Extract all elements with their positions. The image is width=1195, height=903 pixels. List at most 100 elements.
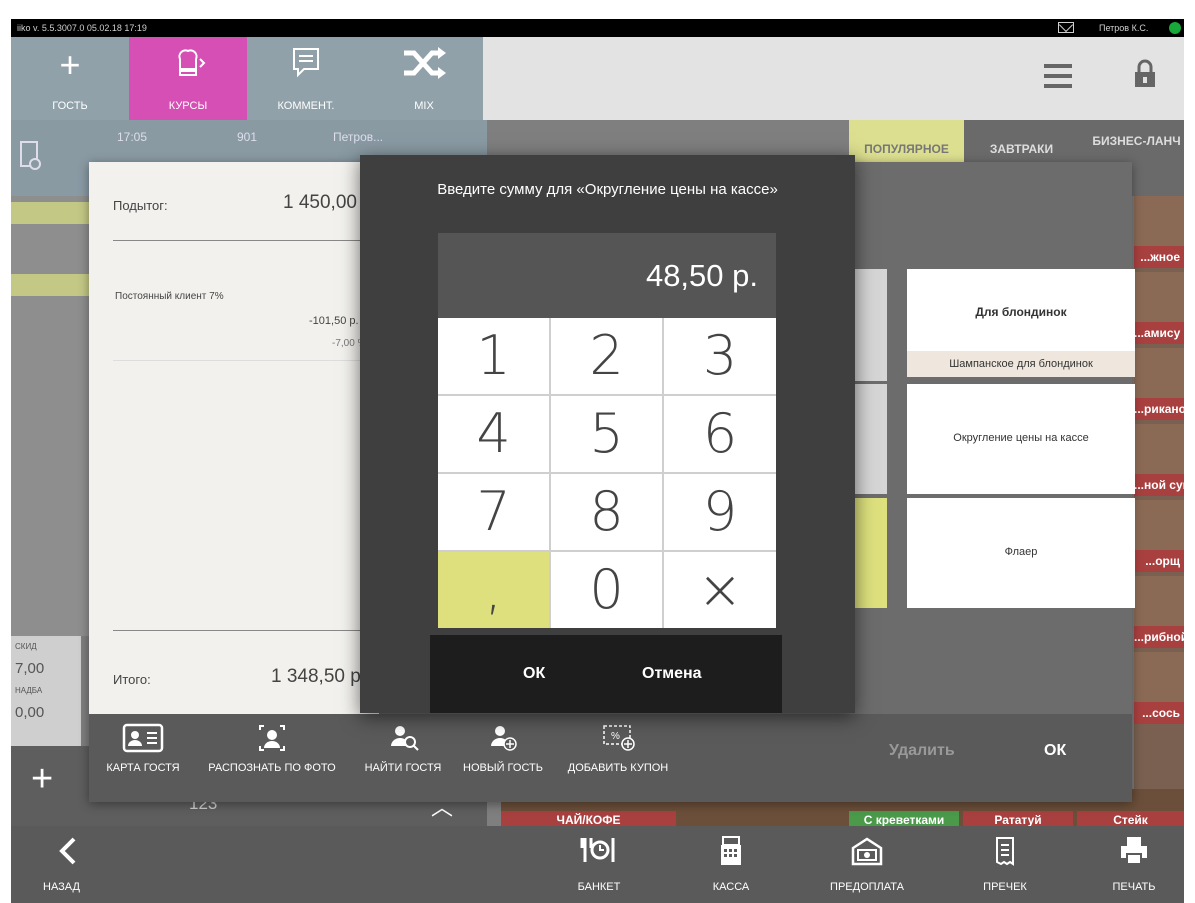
discount-card-rounding[interactable]: Округление цены на кассе — [907, 384, 1135, 494]
back-button[interactable]: НАЗАД — [19, 826, 119, 903]
key-9[interactable]: 9 — [664, 474, 776, 550]
guest-button-label: ГОСТЬ — [52, 100, 88, 112]
coupon-icon: % — [555, 722, 681, 754]
version-info: iiko v. 5.5.3007.0 05.02.18 17:19 — [17, 23, 147, 33]
current-user: Петров К.С. — [1099, 23, 1149, 33]
card-title: Флаер — [1004, 546, 1038, 558]
courses-button-label: КУРСЫ — [168, 100, 208, 112]
mix-button[interactable]: MIX — [365, 37, 483, 120]
backspace-key[interactable]: × — [664, 552, 776, 628]
printer-icon — [1084, 836, 1184, 866]
menu-item[interactable]: ...рикано — [1134, 348, 1184, 420]
discount-sum-label: СКИД — [15, 642, 37, 651]
hamburger-menu-icon[interactable] — [1044, 64, 1072, 88]
amount-input-dialog: Введите сумму для «Округление цены на ка… — [360, 155, 855, 713]
order-sums: СКИД 7,00 НАДБА 0,00 — [11, 636, 81, 746]
order-waiter: Петров... — [333, 130, 384, 144]
guest-tools-bar: КАРТА ГОСТЯ РАСПОЗНАТЬ ПО ФОТО НАЙТИ ГОС… — [89, 714, 1132, 802]
discount-card-blondes[interactable]: Для блондинок Шампанское для блондинок — [907, 269, 1135, 377]
card-title: Округление цены на кассе — [953, 432, 1089, 444]
svg-text:%: % — [611, 731, 620, 742]
discount-ok-button[interactable]: ОК — [1044, 742, 1066, 760]
menu-item[interactable]: ...ной суп — [1134, 424, 1184, 496]
key-7[interactable]: 7 — [438, 474, 549, 550]
card-subtitle: Шампанское для блондинок — [907, 351, 1135, 377]
menu-item[interactable]: ...рибной — [1134, 576, 1184, 648]
order-table: 901 — [237, 130, 258, 144]
discount-sum-value: 7,00 — [15, 660, 45, 677]
key-5[interactable]: 5 — [551, 396, 662, 472]
divider — [113, 630, 379, 631]
order-check-icon — [20, 141, 41, 170]
new-guest-button[interactable]: НОВЫЙ ГОСТЬ — [453, 714, 553, 802]
status-bar: iiko v. 5.5.3007.0 05.02.18 17:19 Петров… — [11, 19, 1184, 37]
key-6[interactable]: 6 — [664, 396, 776, 472]
dialog-actions: ОК Отмена — [430, 635, 782, 713]
print-button[interactable]: ПЕЧАТЬ — [1084, 826, 1184, 903]
numeric-keypad: 1 2 3 4 5 6 7 8 9 , 0 × — [438, 318, 776, 628]
discount-card[interactable] — [851, 269, 887, 381]
key-2[interactable]: 2 — [551, 318, 662, 394]
comment-button-label: КОММЕНТ. — [277, 100, 335, 112]
comment-icon — [247, 45, 365, 89]
discount-name[interactable]: Постоянный клиент 7% — [115, 291, 224, 302]
menu-item[interactable]: ...орщ — [1134, 500, 1184, 572]
lock-icon[interactable] — [1134, 59, 1156, 89]
back-arrow-icon — [19, 836, 119, 866]
key-1[interactable]: 1 — [438, 318, 549, 394]
menu-item[interactable]: ...амису — [1134, 272, 1184, 344]
add-user-icon — [453, 722, 553, 754]
plus-icon: + — [59, 44, 81, 85]
mail-icon[interactable] — [1058, 22, 1074, 33]
mix-button-label: MIX — [414, 100, 434, 112]
banquet-icon — [549, 836, 649, 866]
key-3[interactable]: 3 — [664, 318, 776, 394]
cash-register-icon — [681, 836, 781, 866]
menu-items-column: ...жное ...амису ...рикано ...ной суп ..… — [1134, 196, 1184, 826]
recognize-photo-button[interactable]: РАСПОЗНАТЬ ПО ФОТО — [187, 714, 357, 802]
dialog-title: Введите сумму для «Округление цены на ка… — [437, 181, 778, 198]
discount-card[interactable] — [851, 384, 887, 494]
banquet-button[interactable]: БАНКЕТ — [549, 826, 649, 903]
key-4[interactable]: 4 — [438, 396, 549, 472]
connection-status-icon — [1169, 22, 1181, 34]
subtotal-label: Подытог: — [113, 198, 168, 213]
precheck-button[interactable]: ПРЕЧЕК — [955, 826, 1055, 903]
guest-button[interactable]: + ГОСТЬ — [11, 37, 129, 120]
face-scan-icon — [187, 722, 357, 754]
prepay-button[interactable]: ПРЕДОПЛАТА — [817, 826, 917, 903]
comment-button[interactable]: КОММЕНТ. — [247, 37, 365, 120]
card-title: Для блондинок — [975, 305, 1067, 319]
discount-card[interactable] — [851, 498, 887, 608]
id-card-icon — [103, 722, 183, 754]
key-0[interactable]: 0 — [551, 552, 662, 628]
order-time: 17:05 — [117, 130, 148, 144]
amount-display[interactable]: 48,50 р. — [438, 233, 776, 318]
surcharge-sum-value: 0,00 — [15, 704, 45, 721]
cancel-button[interactable]: Отмена — [642, 665, 702, 683]
total-label: Итого: — [113, 672, 151, 687]
chef-hat-icon — [129, 45, 247, 89]
guest-card-button[interactable]: КАРТА ГОСТЯ — [103, 714, 183, 802]
discount-amount: -101,50 р. — [309, 315, 359, 327]
cash-button[interactable]: КАССА — [681, 826, 781, 903]
receipt-panel: Подытог: 1 450,00 р. Постоянный клиент 7… — [89, 162, 379, 714]
divider — [113, 240, 379, 241]
search-user-icon — [357, 722, 449, 754]
delete-button[interactable]: Удалить — [889, 742, 955, 760]
prepay-icon — [817, 836, 917, 866]
courses-button[interactable]: КУРСЫ — [129, 37, 247, 120]
find-guest-button[interactable]: НАЙТИ ГОСТЯ — [357, 714, 449, 802]
top-toolbar: + ГОСТЬ КУРСЫ КОММЕНТ. MIX — [11, 37, 1184, 120]
add-coupon-button[interactable]: % ДОБАВИТЬ КУПОН — [555, 714, 681, 802]
key-comma[interactable]: , — [438, 552, 549, 628]
add-item-icon[interactable]: + — [31, 758, 53, 801]
ok-button[interactable]: ОК — [523, 665, 545, 683]
key-8[interactable]: 8 — [551, 474, 662, 550]
surcharge-sum-label: НАДБА — [15, 686, 43, 695]
menu-item[interactable]: ...сось — [1134, 652, 1184, 724]
divider — [113, 360, 379, 361]
receipt-icon — [955, 836, 1055, 866]
menu-item[interactable]: ...жное — [1134, 196, 1184, 268]
discount-card-flyer[interactable]: Флаер — [907, 498, 1135, 608]
